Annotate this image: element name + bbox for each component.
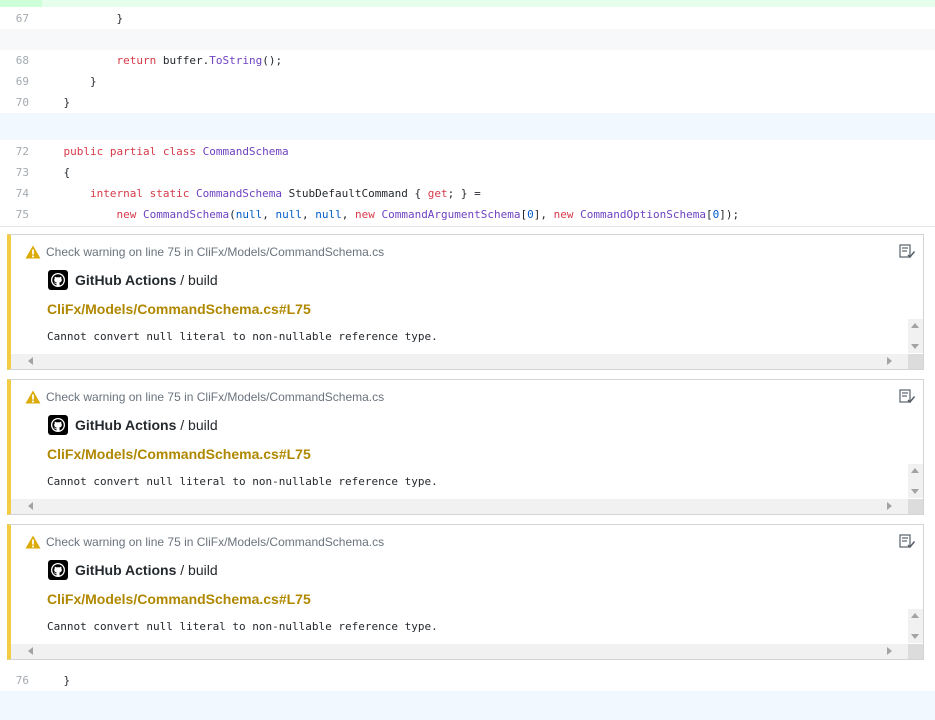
github-icon bbox=[48, 415, 68, 435]
code-text: } bbox=[63, 96, 71, 109]
hunk-separator[interactable] bbox=[0, 691, 935, 720]
code-text: new CommandSchema(null, null, null, new … bbox=[116, 208, 740, 221]
github-icon bbox=[48, 560, 68, 580]
code-line: 74 internal static CommandSchema StubDef… bbox=[0, 183, 935, 204]
vertical-scrollbar[interactable] bbox=[908, 609, 923, 643]
hunk-separator[interactable] bbox=[0, 113, 935, 140]
scrollbar-corner bbox=[908, 644, 923, 659]
edit-annotation-icon[interactable] bbox=[899, 389, 915, 403]
app-name: GitHub Actions bbox=[75, 417, 177, 433]
annotation-message: Cannot convert null literal to non-nulla… bbox=[47, 475, 438, 488]
scrollbar-corner bbox=[908, 354, 923, 369]
check-source: GitHub Actions / build bbox=[75, 272, 218, 288]
job-name: build bbox=[188, 562, 218, 578]
scroll-left-arrow-icon[interactable] bbox=[28, 357, 33, 365]
annotation-title: Check warning on line 75 in CliFx/Models… bbox=[46, 390, 385, 404]
code-text: } bbox=[116, 12, 124, 25]
annotation-file-link[interactable]: CliFx/Models/CommandSchema.cs#L75 bbox=[47, 446, 311, 463]
code-text: public partial class CommandSchema bbox=[63, 145, 289, 158]
app-name: GitHub Actions bbox=[75, 562, 177, 578]
scroll-down-arrow-icon[interactable] bbox=[911, 489, 919, 494]
scroll-down-arrow-icon[interactable] bbox=[911, 344, 919, 349]
horizontal-scrollbar[interactable] bbox=[11, 499, 909, 514]
annotation-file-link[interactable]: CliFx/Models/CommandSchema.cs#L75 bbox=[47, 591, 311, 608]
annotation-title: Check warning on line 75 in CliFx/Models… bbox=[46, 535, 385, 549]
scroll-right-arrow-icon[interactable] bbox=[887, 502, 892, 510]
scroll-right-arrow-icon[interactable] bbox=[887, 357, 892, 365]
annotation-message: Cannot convert null literal to non-nulla… bbox=[47, 620, 438, 633]
warning-icon bbox=[25, 390, 41, 404]
code-line: 69 } bbox=[0, 71, 935, 92]
app-name: GitHub Actions bbox=[75, 272, 177, 288]
code-line: 76 } bbox=[0, 670, 935, 691]
check-annotation: Check warning on line 75 in CliFx/Models… bbox=[7, 234, 924, 370]
divider bbox=[0, 665, 935, 669]
line-number[interactable]: 67 bbox=[0, 8, 29, 29]
scroll-left-arrow-icon[interactable] bbox=[28, 502, 33, 510]
line-number[interactable]: 75 bbox=[0, 204, 29, 225]
edit-annotation-icon[interactable] bbox=[899, 534, 915, 548]
line-number[interactable]: 69 bbox=[0, 71, 29, 92]
job-name: build bbox=[188, 272, 218, 288]
code-text: { bbox=[63, 166, 71, 179]
horizontal-scrollbar[interactable] bbox=[11, 354, 909, 369]
scroll-up-arrow-icon[interactable] bbox=[911, 613, 919, 618]
horizontal-scrollbar[interactable] bbox=[11, 644, 909, 659]
code-line: 67 } bbox=[0, 8, 935, 29]
line-number[interactable]: 74 bbox=[0, 183, 29, 204]
scroll-down-arrow-icon[interactable] bbox=[911, 634, 919, 639]
check-source: GitHub Actions / build bbox=[75, 417, 218, 433]
job-name: build bbox=[188, 417, 218, 433]
added-line-strip bbox=[0, 0, 935, 7]
scrollbar-corner bbox=[908, 499, 923, 514]
code-line: 73 { bbox=[0, 162, 935, 183]
vertical-scrollbar[interactable] bbox=[908, 464, 923, 498]
warning-icon bbox=[25, 245, 41, 259]
vertical-scrollbar[interactable] bbox=[908, 319, 923, 353]
line-number[interactable]: 70 bbox=[0, 92, 29, 113]
line-number[interactable]: 73 bbox=[0, 162, 29, 183]
code-text: return buffer.ToString(); bbox=[116, 54, 283, 67]
code-line: 70 } bbox=[0, 92, 935, 113]
code-text: internal static CommandSchema StubDefaul… bbox=[89, 187, 481, 200]
annotation-message: Cannot convert null literal to non-nulla… bbox=[47, 330, 438, 343]
code-text: } bbox=[89, 75, 97, 88]
diff-spacer bbox=[0, 29, 935, 50]
annotation-title: Check warning on line 75 in CliFx/Models… bbox=[46, 245, 385, 259]
check-annotation: Check warning on line 75 in CliFx/Models… bbox=[7, 524, 924, 660]
check-annotation: Check warning on line 75 in CliFx/Models… bbox=[7, 379, 924, 515]
code-line: 75 new CommandSchema(null, null, null, n… bbox=[0, 204, 935, 225]
warning-icon bbox=[25, 535, 41, 549]
scroll-right-arrow-icon[interactable] bbox=[887, 647, 892, 655]
line-number[interactable]: 72 bbox=[0, 141, 29, 162]
code-line: 72 public partial class CommandSchema bbox=[0, 141, 935, 162]
edit-annotation-icon[interactable] bbox=[899, 244, 915, 258]
check-source: GitHub Actions / build bbox=[75, 562, 218, 578]
scroll-left-arrow-icon[interactable] bbox=[28, 647, 33, 655]
line-number[interactable]: 76 bbox=[0, 670, 29, 691]
code-line: 68 return buffer.ToString(); bbox=[0, 50, 935, 71]
scroll-up-arrow-icon[interactable] bbox=[911, 468, 919, 473]
scroll-up-arrow-icon[interactable] bbox=[911, 323, 919, 328]
divider bbox=[0, 226, 935, 227]
line-number[interactable]: 68 bbox=[0, 50, 29, 71]
code-text: } bbox=[63, 674, 71, 687]
annotation-file-link[interactable]: CliFx/Models/CommandSchema.cs#L75 bbox=[47, 301, 311, 318]
github-icon bbox=[48, 270, 68, 290]
